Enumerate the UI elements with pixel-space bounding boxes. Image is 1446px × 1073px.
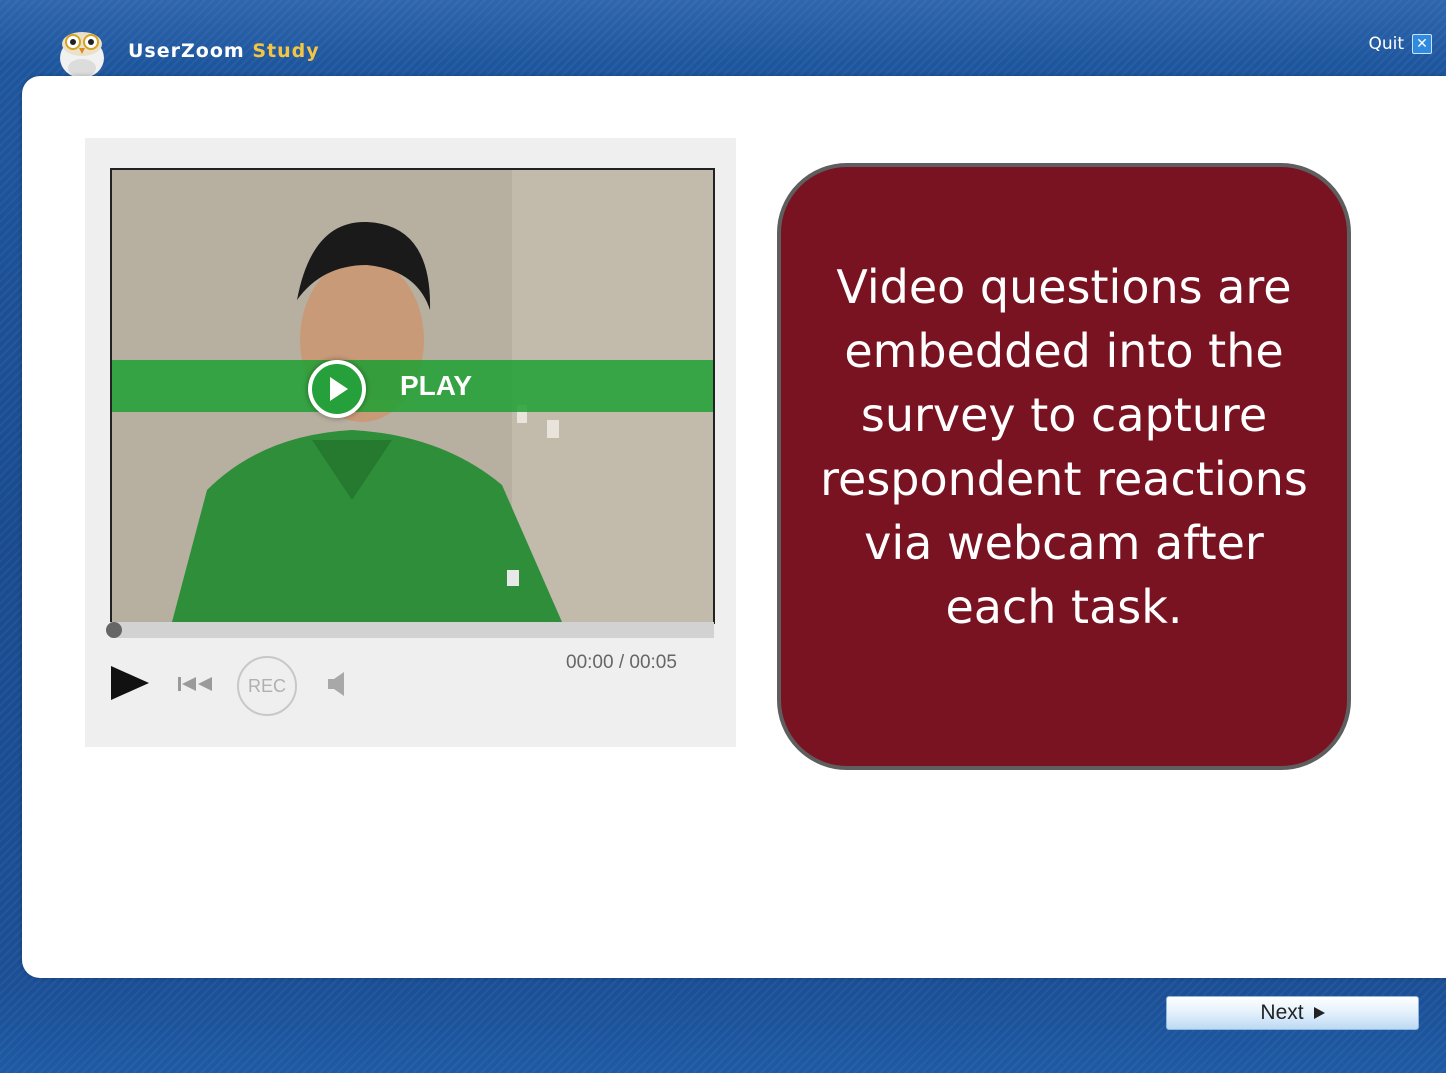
next-button[interactable]: Next	[1166, 996, 1419, 1030]
time-separator: /	[613, 652, 630, 673]
app-title: UserZoom Study	[128, 40, 320, 62]
arrow-right-icon	[1313, 1007, 1325, 1019]
header: UserZoom Study Quit ✕	[0, 0, 1446, 78]
rec-button[interactable]: REC	[237, 656, 297, 716]
app-name: UserZoom	[128, 40, 245, 62]
progress-bar[interactable]	[106, 622, 714, 638]
video-frame[interactable]: PLAY	[110, 168, 715, 624]
time-current: 00:00	[566, 652, 614, 673]
callout-text: Video questions are embedded into the su…	[820, 260, 1308, 634]
owl-logo-icon	[60, 32, 104, 78]
close-icon[interactable]: ✕	[1412, 34, 1432, 54]
next-label: Next	[1260, 1001, 1304, 1024]
play-overlay-label[interactable]: PLAY	[400, 370, 472, 402]
progress-knob[interactable]	[106, 622, 122, 638]
quit-label: Quit	[1368, 34, 1404, 54]
rec-label: REC	[247, 676, 286, 696]
volume-icon[interactable]	[326, 670, 346, 698]
play-overlay-icon[interactable]	[308, 360, 366, 418]
quit-button[interactable]: Quit ✕	[1368, 34, 1432, 54]
play-icon[interactable]	[111, 666, 149, 700]
time-display: 00:00 / 00:05	[566, 652, 677, 674]
rewind-icon[interactable]	[176, 674, 214, 694]
callout-box: Video questions are embedded into the su…	[777, 163, 1351, 770]
app-suffix: Study	[252, 40, 320, 62]
time-total: 00:05	[629, 652, 677, 673]
